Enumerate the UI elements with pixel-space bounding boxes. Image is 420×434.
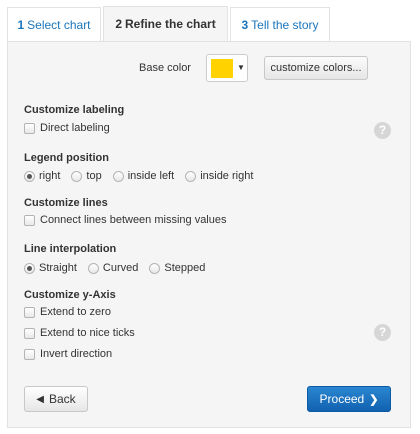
nice-ticks-checkbox[interactable]: Extend to nice ticks — [24, 327, 135, 339]
invert-direction-checkbox[interactable]: Invert direction — [24, 348, 112, 360]
radio-dot — [185, 170, 197, 182]
section-title-interpolation: Line interpolation — [24, 243, 117, 255]
checkbox-label: Extend to zero — [40, 306, 111, 318]
checkbox-label: Invert direction — [40, 348, 113, 360]
tab-label: Select chart — [27, 17, 91, 32]
tab-refine-chart[interactable]: 2 Refine the chart — [103, 6, 228, 41]
radio-label: Stepped — [164, 262, 206, 274]
radio-label: top — [86, 170, 102, 182]
radio-dot — [112, 170, 124, 182]
checkbox-label: Connect lines between missing values — [40, 214, 227, 226]
customize-colors-button[interactable]: customize colors... — [264, 56, 368, 80]
checkbox-label: Direct labeling — [40, 122, 110, 134]
tab-number: 3 — [241, 17, 249, 32]
proceed-label: Proceed — [319, 392, 365, 406]
radio-dot — [149, 262, 161, 274]
radio-dot — [87, 262, 99, 274]
interpolation-radios: Straight Curved Stepped — [24, 262, 216, 274]
tab-tell-story[interactable]: 3 Tell the story — [230, 7, 330, 41]
radio-label: inside left — [127, 170, 175, 182]
radio-label: Curved — [102, 262, 139, 274]
proceed-button[interactable]: Proceed ❯ — [307, 386, 391, 412]
base-color-picker[interactable]: ▼ — [206, 54, 248, 82]
checkbox-box — [24, 306, 35, 318]
step-tabs: 1 Select chart 2 Refine the chart 3 Tell… — [7, 6, 332, 41]
radio-curved[interactable]: Curved — [87, 262, 139, 274]
radio-legend-inside-left[interactable]: inside left — [112, 170, 175, 182]
radio-label: right — [39, 170, 61, 182]
chevron-right-icon: ❯ — [369, 393, 379, 406]
tab-number: 2 — [115, 17, 122, 31]
tab-number: 1 — [17, 17, 25, 32]
radio-dot — [24, 262, 35, 274]
checkbox-box — [24, 122, 35, 134]
connect-missing-checkbox[interactable]: Connect lines between missing values — [24, 214, 227, 226]
tab-select-chart[interactable]: 1 Select chart — [7, 7, 101, 41]
radio-legend-top[interactable]: top — [71, 170, 102, 182]
base-color-label: Base color — [139, 62, 191, 74]
base-color-row: Base color ▼ customize colors... — [8, 54, 410, 82]
radio-dot — [24, 170, 35, 182]
direct-labeling-checkbox[interactable]: Direct labeling — [24, 122, 110, 134]
back-label: Back — [49, 392, 76, 406]
checkbox-box — [24, 327, 35, 339]
legend-position-radios: right top inside left inside right — [24, 170, 264, 182]
radio-dot — [71, 170, 83, 182]
checkbox-label: Extend to nice ticks — [40, 327, 135, 339]
color-swatch — [211, 59, 233, 78]
section-title-lines: Customize lines — [24, 197, 108, 209]
extend-zero-checkbox[interactable]: Extend to zero — [24, 306, 111, 318]
back-button[interactable]: ◀ Back — [24, 386, 88, 412]
refine-panel: Base color ▼ customize colors... Customi… — [7, 41, 411, 428]
radio-legend-right[interactable]: right — [24, 170, 60, 182]
radio-label: inside right — [200, 170, 254, 182]
section-title-y-axis: Customize y-Axis — [24, 289, 116, 301]
radio-legend-inside-right[interactable]: inside right — [185, 170, 253, 182]
radio-label: Straight — [39, 262, 77, 274]
checkbox-box — [24, 348, 35, 360]
chevron-left-icon: ◀ — [36, 393, 44, 405]
section-title-labeling: Customize labeling — [24, 104, 125, 116]
caret-down-icon: ▼ — [237, 63, 245, 72]
radio-straight[interactable]: Straight — [24, 262, 77, 274]
tab-label: Tell the story — [251, 17, 319, 32]
tab-label: Refine the chart — [125, 17, 216, 31]
checkbox-box — [24, 214, 35, 226]
radio-stepped[interactable]: Stepped — [149, 262, 205, 274]
help-icon[interactable]: ? — [374, 324, 391, 341]
help-icon[interactable]: ? — [374, 122, 391, 139]
section-title-legend: Legend position — [24, 152, 109, 164]
